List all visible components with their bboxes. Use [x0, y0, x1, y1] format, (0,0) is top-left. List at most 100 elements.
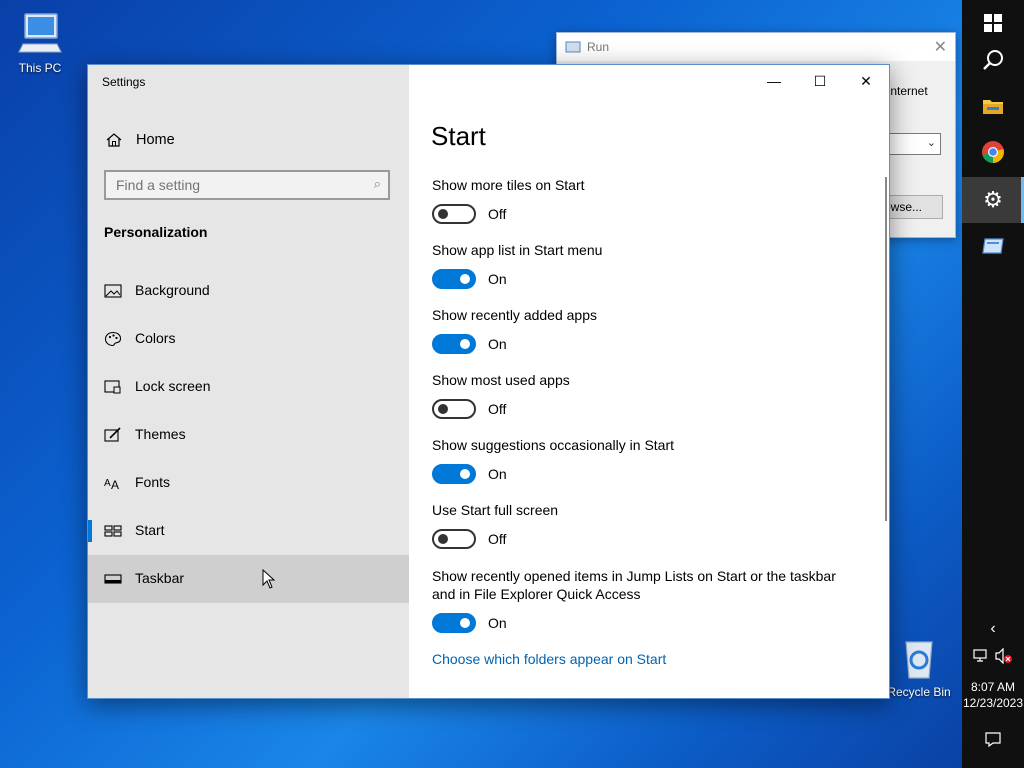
- toggle-state: Off: [488, 206, 507, 222]
- scrollbar[interactable]: [885, 177, 887, 521]
- search-icon: ⌕: [373, 176, 381, 191]
- run-title: Run: [587, 40, 610, 54]
- recycle-bin-desktop-icon[interactable]: Recycle Bin: [884, 636, 954, 699]
- toggle-state: On: [488, 271, 507, 287]
- setting-show-recently-added: Show recently added apps On: [432, 306, 597, 354]
- toggle-state: On: [488, 466, 507, 482]
- toggle-state: Off: [488, 401, 507, 417]
- toggle-switch[interactable]: [432, 399, 476, 419]
- mouse-cursor-icon: [262, 569, 276, 589]
- sidebar-item-taskbar[interactable]: Taskbar: [88, 555, 409, 603]
- setting-label: Show recently added apps: [432, 307, 597, 323]
- action-center-button[interactable]: [962, 716, 1024, 762]
- volume-muted-icon: [995, 648, 1012, 664]
- setting-full-screen: Use Start full screen Off: [432, 501, 558, 549]
- sidebar-item-colors[interactable]: Colors: [88, 315, 409, 363]
- clock-time: 8:07 AM: [970, 680, 1016, 694]
- run-partial-text: Internet: [887, 84, 928, 98]
- svg-text:A: A: [104, 478, 111, 489]
- setting-show-most-used: Show most used apps Off: [432, 371, 570, 419]
- page-title: Start: [431, 121, 486, 151]
- toggle-state: On: [488, 615, 507, 631]
- lock-screen-icon: [104, 380, 121, 394]
- notification-icon: [985, 732, 1001, 747]
- toggle-switch[interactable]: [432, 464, 476, 484]
- search-icon: [983, 50, 1003, 70]
- run-taskbar-button[interactable]: [962, 223, 1024, 269]
- minimize-icon: —: [767, 73, 781, 89]
- fonts-icon: AA: [104, 478, 119, 491]
- sidebar-item-themes[interactable]: Themes: [88, 411, 409, 459]
- run-close-button[interactable]: ✕: [934, 37, 947, 57]
- this-pc-label: This PC: [18, 61, 62, 75]
- setting-jump-lists: Show recently opened items in Jump Lists…: [432, 567, 852, 633]
- toggle-switch[interactable]: [432, 334, 476, 354]
- run-open-combobox[interactable]: ⌄: [887, 133, 941, 155]
- sidebar-item-label: Background: [135, 282, 210, 298]
- close-button[interactable]: ✕: [843, 65, 889, 97]
- windows-start-icon: [984, 14, 1002, 32]
- setting-label: Show suggestions occasionally in Start: [432, 437, 675, 453]
- toggle-switch[interactable]: [432, 269, 476, 289]
- run-browse-button[interactable]: Browse...: [887, 195, 943, 219]
- recycle-bin-label: Recycle Bin: [887, 685, 951, 699]
- home-link[interactable]: Home: [104, 129, 175, 151]
- toggle-switch[interactable]: [432, 529, 476, 549]
- close-icon: ✕: [860, 73, 872, 89]
- settings-gear-icon: ⚙: [983, 187, 1003, 212]
- settings-content: — ☐ ✕ Start Show more tiles on Start Off…: [409, 65, 889, 698]
- setting-label: Show app list in Start menu: [432, 242, 603, 258]
- run-app-icon: [982, 238, 1004, 254]
- settings-taskbar-button[interactable]: ⚙: [962, 177, 1024, 223]
- palette-icon: [104, 331, 122, 347]
- setting-label: Show recently opened items in Jump Lists…: [432, 568, 836, 602]
- sidebar-item-background[interactable]: Background: [88, 267, 409, 315]
- minimize-button[interactable]: —: [751, 65, 797, 97]
- toggle-switch[interactable]: [432, 204, 476, 224]
- settings-sidebar: Settings Home ⌕ Personalization Backgrou…: [88, 65, 409, 698]
- setting-show-app-list: Show app list in Start menu On: [432, 241, 602, 289]
- search-box[interactable]: ⌕: [104, 170, 390, 200]
- chrome-icon: [982, 141, 1004, 163]
- toggle-state: Off: [488, 531, 507, 547]
- setting-show-more-tiles: Show more tiles on Start Off: [432, 176, 585, 224]
- sidebar-item-label: Fonts: [135, 474, 171, 490]
- home-label: Home: [136, 132, 175, 148]
- section-heading: Personalization: [104, 224, 208, 240]
- tray-icons[interactable]: [962, 634, 1024, 678]
- network-icon: [973, 649, 987, 662]
- window-title: Settings: [102, 75, 146, 89]
- choose-folders-link[interactable]: Choose which folders appear on Start: [432, 651, 666, 667]
- sidebar-item-lock-screen[interactable]: Lock screen: [88, 363, 409, 411]
- selection-indicator: [88, 520, 92, 542]
- setting-label: Show most used apps: [432, 372, 570, 388]
- recycle-bin-icon: [905, 641, 933, 679]
- setting-show-suggestions: Show suggestions occasionally in Start O…: [432, 436, 674, 484]
- file-explorer-icon: [983, 100, 1003, 114]
- sidebar-item-label: Lock screen: [135, 378, 211, 394]
- clock-date: 12/23/2023: [962, 696, 1024, 710]
- themes-brush-icon: [104, 427, 121, 442]
- sidebar-item-start[interactable]: Start: [88, 507, 409, 555]
- svg-text:A: A: [111, 478, 119, 491]
- taskbar-icon: [104, 574, 122, 584]
- setting-label: Show more tiles on Start: [432, 177, 585, 193]
- taskbar-clock[interactable]: 8:07 AM 12/23/2023: [962, 679, 1024, 711]
- window-controls: — ☐ ✕: [751, 65, 889, 97]
- chrome-button[interactable]: [962, 129, 1024, 175]
- search-button[interactable]: [962, 37, 1024, 83]
- maximize-button[interactable]: ☐: [797, 65, 843, 97]
- this-pc-desktop-icon[interactable]: This PC: [5, 10, 75, 75]
- file-explorer-button[interactable]: [962, 83, 1024, 129]
- chevron-down-icon: ⌄: [926, 137, 936, 149]
- run-app-icon: [565, 41, 581, 53]
- picture-icon: [104, 284, 122, 298]
- setting-label: Use Start full screen: [432, 502, 559, 518]
- toggle-switch[interactable]: [432, 613, 476, 633]
- sidebar-item-fonts[interactable]: AA Fonts: [88, 459, 409, 507]
- search-input[interactable]: [106, 172, 356, 198]
- sidebar-item-label: Colors: [135, 330, 176, 346]
- run-titlebar[interactable]: Run: [557, 33, 955, 61]
- sidebar-item-label: Themes: [135, 426, 186, 442]
- start-icon: [104, 525, 122, 537]
